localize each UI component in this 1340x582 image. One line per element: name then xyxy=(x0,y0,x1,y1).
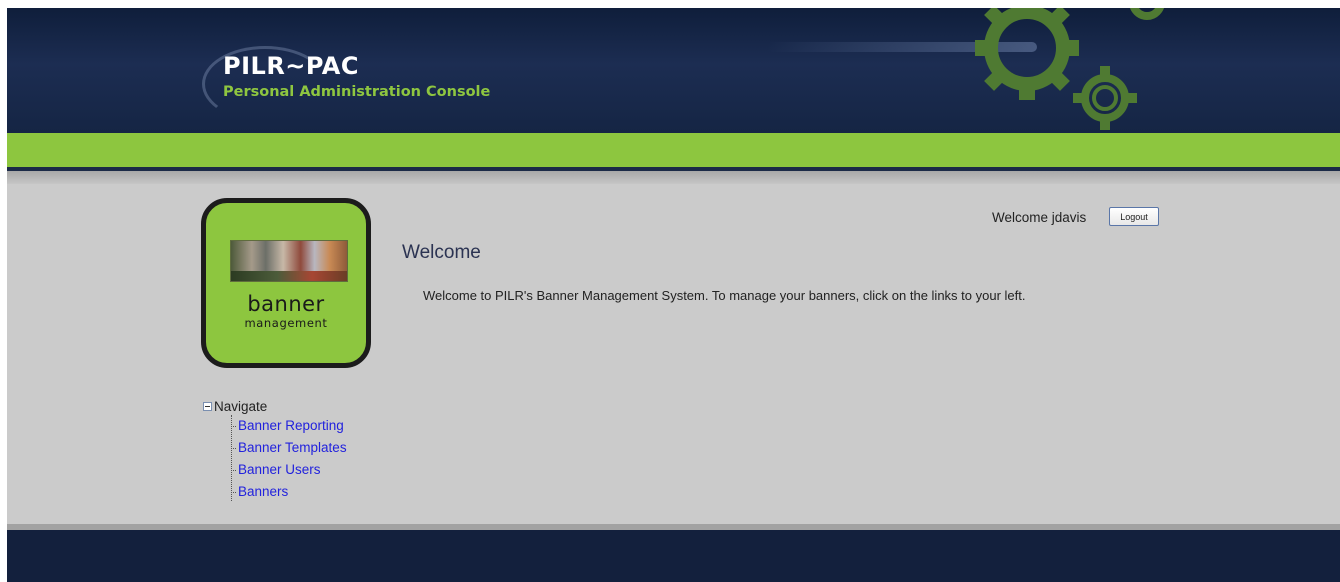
gears-icon xyxy=(975,8,1164,130)
banner-management-logo: banner management xyxy=(201,198,371,368)
nav-link-banner-users[interactable]: Banner Users xyxy=(238,462,321,477)
brand-subtitle: Personal Administration Console xyxy=(223,84,491,100)
logo-photo-image xyxy=(230,240,348,282)
nav-item-banner-reporting: Banner Reporting xyxy=(231,415,347,437)
content-area: banner management Navigate Banner Report… xyxy=(7,184,1340,524)
page-title: Welcome xyxy=(402,242,481,263)
page-frame: PILR~PAC Personal Administration Console xyxy=(7,8,1340,582)
welcome-message: Welcome to PILR's Banner Management Syst… xyxy=(423,288,1026,303)
collapse-toggle-icon[interactable] xyxy=(203,401,212,411)
nav-tree-items: Banner Reporting Banner Templates Banner… xyxy=(231,415,347,503)
brand-title: PILR~PAC xyxy=(223,52,359,80)
logout-button[interactable]: Logout xyxy=(1109,207,1159,226)
nav-link-banner-templates[interactable]: Banner Templates xyxy=(238,440,347,455)
nav-link-banner-reporting[interactable]: Banner Reporting xyxy=(238,418,344,433)
nav-root-label: Navigate xyxy=(214,398,268,414)
nav-link-banners[interactable]: Banners xyxy=(238,484,288,499)
welcome-user-text: Welcome jdavis xyxy=(992,210,1087,225)
nav-item-banners: Banners xyxy=(231,481,347,503)
divider-gray xyxy=(7,171,1340,184)
accent-green-bar xyxy=(7,133,1340,167)
header-banner: PILR~PAC Personal Administration Console xyxy=(7,8,1340,133)
nav-item-banner-users: Banner Users xyxy=(231,459,347,481)
nav-tree: Navigate Banner Reporting Banner Templat… xyxy=(203,397,347,503)
footer-bar xyxy=(7,530,1340,582)
logo-main-text: banner xyxy=(247,292,325,316)
nav-item-banner-templates: Banner Templates xyxy=(231,437,347,459)
nav-tree-root[interactable]: Navigate xyxy=(203,397,347,415)
logo-sub-text: management xyxy=(244,316,328,330)
